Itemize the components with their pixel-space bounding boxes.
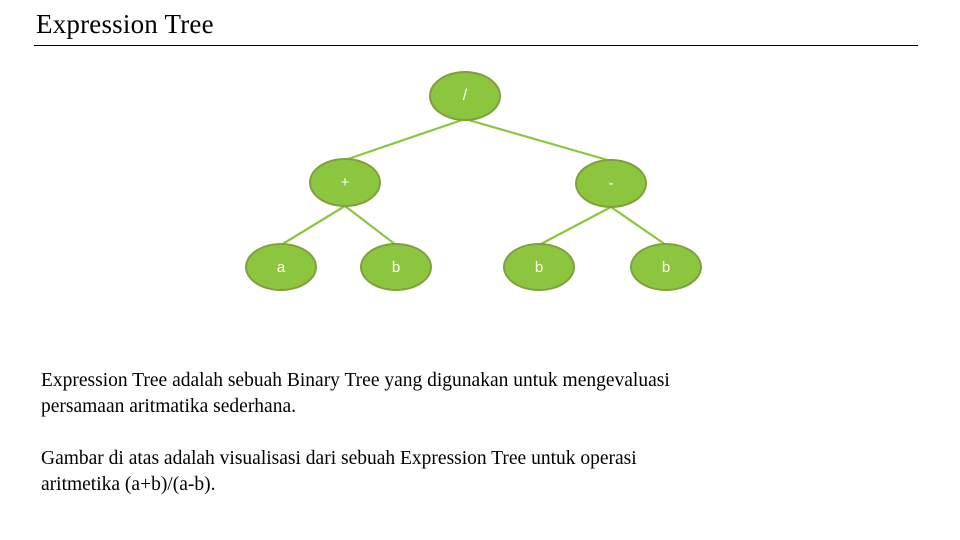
tree-node-root-label: / — [462, 87, 468, 104]
edge-minus-to-b-right — [610, 206, 667, 246]
paragraph-definition-line-1: Expression Tree adalah sebuah Binary Tre… — [41, 370, 670, 391]
tree-node-operator-plus-label: + — [340, 174, 350, 191]
edge-plus-to-b — [344, 205, 397, 246]
tree-node-operator-minus[interactable]: - — [575, 159, 647, 208]
paragraph-figure-caption-line-1: Gambar di atas adalah visualisasi dari s… — [41, 448, 637, 469]
tree-node-leaf-2-label: b — [391, 258, 401, 276]
expression-tree-diagram: / + - a b b b — [0, 0, 960, 330]
slide: Expression Tree / + - a b b b Expression… — [0, 0, 960, 540]
edge-root-to-minus — [464, 117, 612, 163]
tree-node-leaf-4[interactable]: b — [630, 243, 702, 291]
edge-root-to-plus — [344, 117, 466, 162]
body-copy: Expression Tree adalah sebuah Binary Tre… — [41, 368, 914, 498]
paragraph-figure-caption-line-2: aritmetika (a+b)/(a-b). — [41, 474, 216, 495]
paragraph-definition: Expression Tree adalah sebuah Binary Tre… — [41, 368, 914, 420]
tree-edges — [280, 117, 667, 246]
tree-node-leaf-3-label: b — [534, 258, 544, 276]
tree-node-leaf-2[interactable]: b — [360, 243, 432, 291]
paragraph-figure-caption: Gambar di atas adalah visualisasi dari s… — [41, 446, 914, 498]
edge-minus-to-b-left — [538, 206, 612, 246]
tree-node-leaf-4-label: b — [661, 258, 671, 276]
tree-node-leaf-3[interactable]: b — [503, 243, 575, 291]
tree-node-leaf-1[interactable]: a — [245, 243, 317, 291]
tree-node-leaf-1-label: a — [276, 258, 286, 276]
tree-node-root[interactable]: / — [429, 71, 501, 121]
paragraph-definition-line-2: persamaan aritmatika sederhana. — [41, 396, 296, 417]
edge-plus-to-a — [280, 205, 346, 246]
tree-node-operator-plus[interactable]: + — [309, 158, 381, 207]
tree-node-operator-minus-label: - — [608, 175, 614, 192]
